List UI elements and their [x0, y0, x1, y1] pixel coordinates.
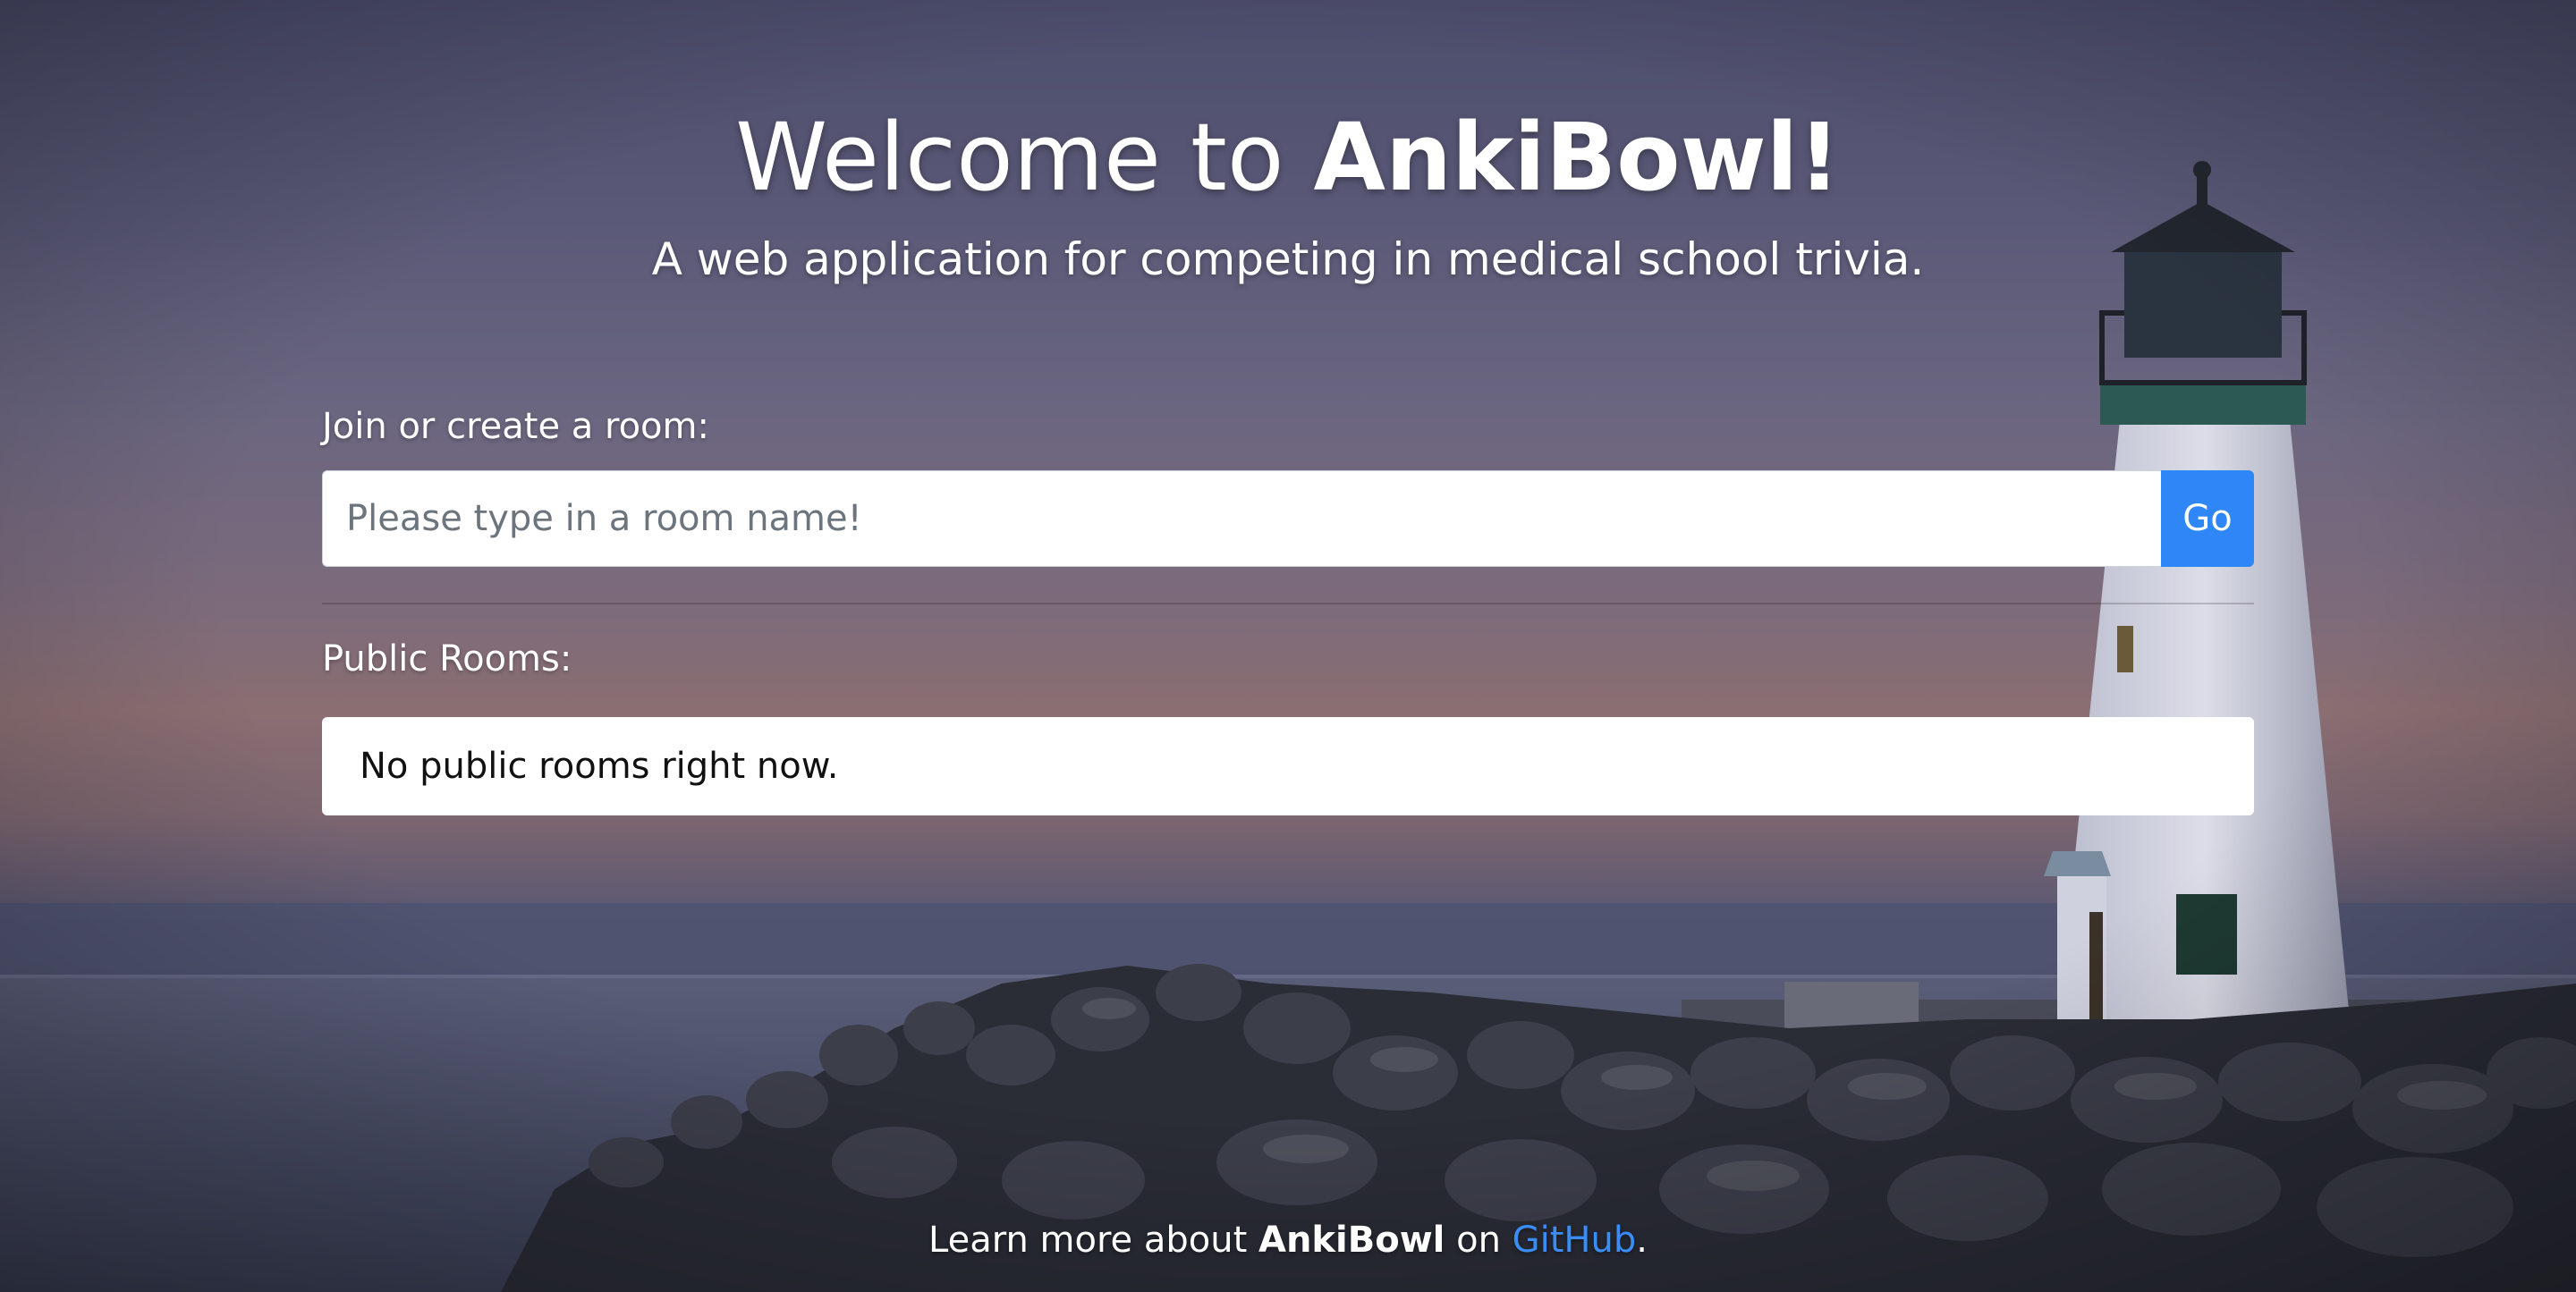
section-divider	[322, 603, 2254, 604]
public-rooms-label: Public Rooms:	[322, 638, 572, 680]
page-subtitle: A web application for competing in medic…	[651, 233, 1925, 285]
page-title: Welcome to AnkiBowl!	[0, 100, 2576, 215]
footer-middle: on	[1445, 1220, 1513, 1261]
room-name-input[interactable]	[322, 470, 2161, 567]
footer: Learn more about AnkiBowl on GitHub.	[0, 1216, 2576, 1264]
go-button[interactable]: Go	[2161, 470, 2254, 567]
no-public-rooms-message: No public rooms right now.	[360, 746, 839, 787]
github-link[interactable]: GitHub	[1513, 1220, 1637, 1261]
public-rooms-list: No public rooms right now.	[322, 717, 2254, 815]
title-brand: AnkiBowl!	[1313, 103, 1841, 212]
footer-suffix: .	[1636, 1220, 1648, 1261]
footer-brand: AnkiBowl	[1258, 1220, 1445, 1261]
join-room-label: Join or create a room:	[322, 406, 709, 447]
title-prefix: Welcome to	[735, 103, 1314, 212]
footer-prefix: Learn more about	[928, 1220, 1258, 1261]
join-room-form: Go	[322, 470, 2254, 567]
